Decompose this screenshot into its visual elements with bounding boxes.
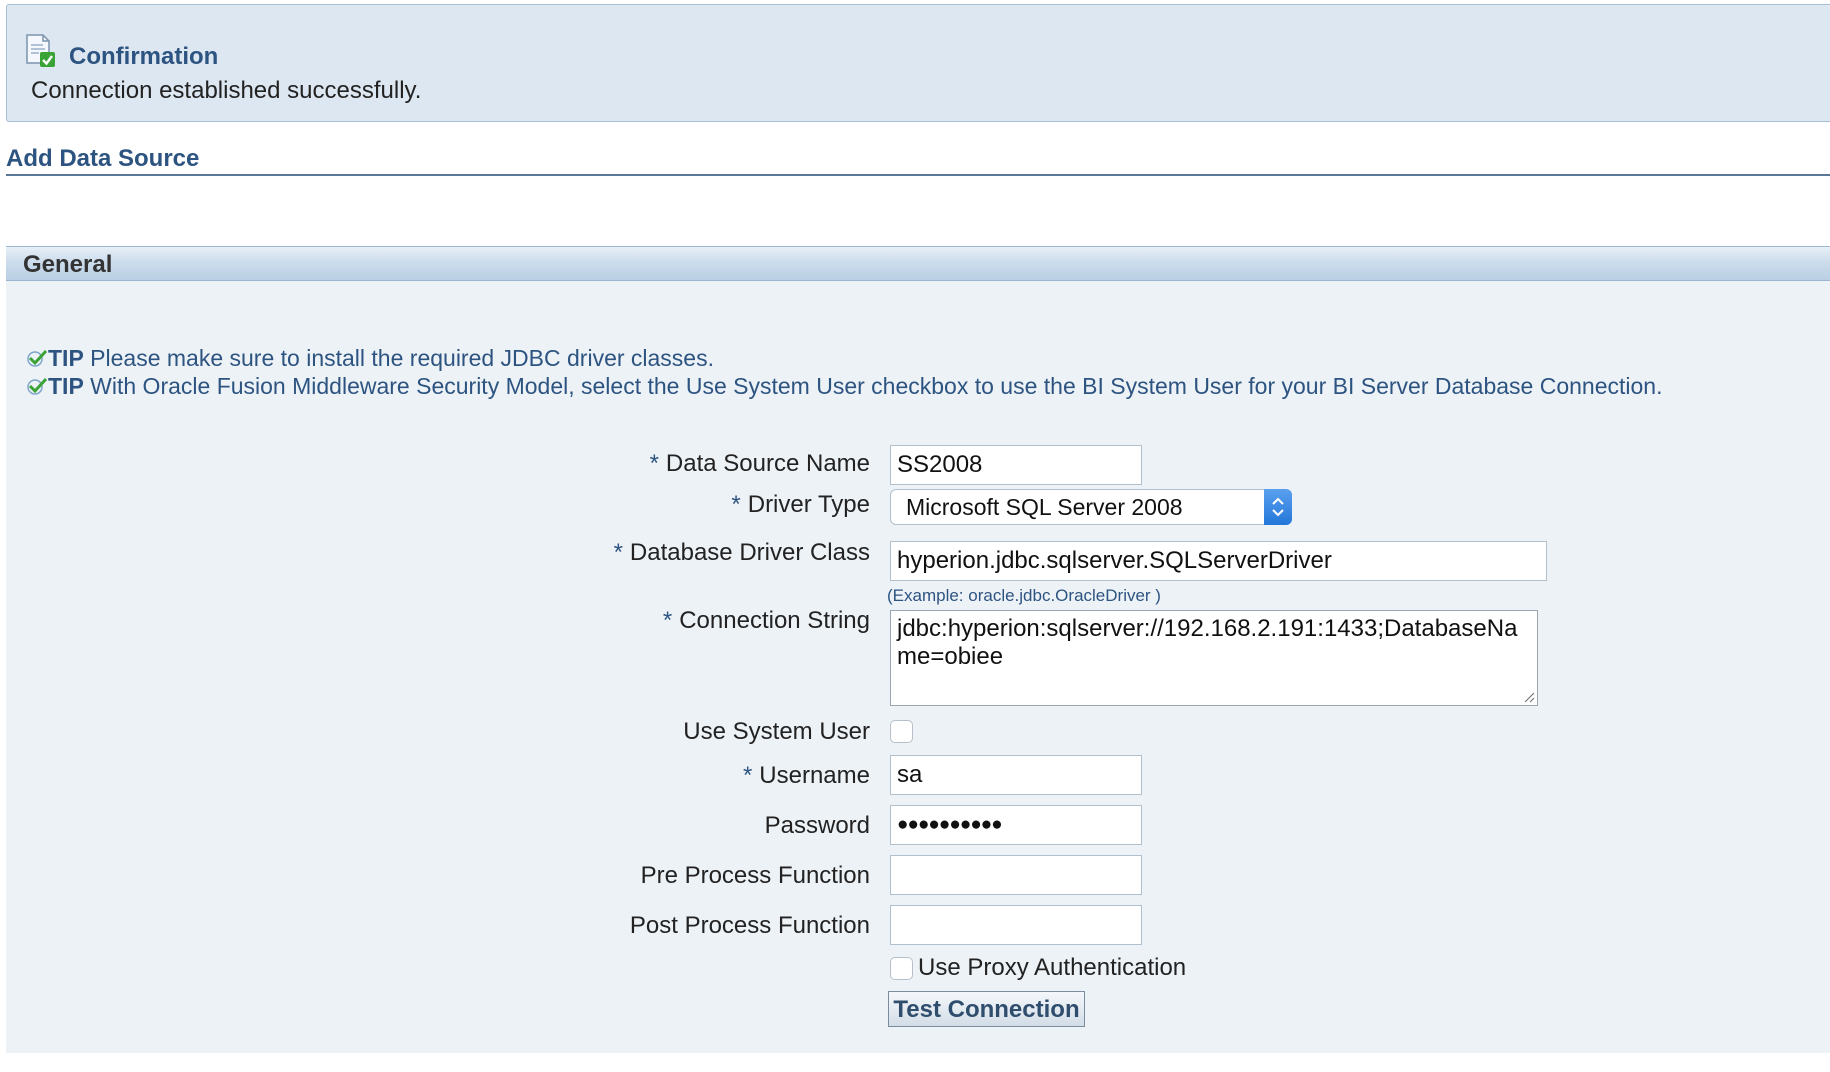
- required-marker: *: [662, 607, 673, 634]
- panel-title: General: [23, 251, 113, 278]
- tip-system-user: TIP With Oracle Fusion Middleware Securi…: [26, 373, 1662, 400]
- page-title: Add Data Source: [6, 145, 200, 172]
- connection-string-value: jdbc:hyperion:sqlserver://192.168.2.191:…: [897, 615, 1518, 670]
- use-system-user-label: Use System User: [683, 718, 870, 745]
- username-input[interactable]: sa: [890, 755, 1142, 795]
- use-system-user-checkbox[interactable]: [890, 720, 913, 743]
- tip-label: TIP: [48, 345, 84, 371]
- panel-header: General: [6, 247, 1830, 281]
- pre-process-function-input[interactable]: [890, 855, 1142, 895]
- required-marker: *: [731, 491, 741, 518]
- database-driver-class-label: * Database Driver Class: [613, 539, 870, 566]
- connection-string-textarea[interactable]: jdbc:hyperion:sqlserver://192.168.2.191:…: [890, 610, 1538, 706]
- tip-text: Please make sure to install the required…: [83, 345, 714, 371]
- driver-type-value: Microsoft SQL Server 2008: [906, 494, 1183, 520]
- confirmation-message: Connection established successfully.: [31, 77, 422, 104]
- driver-type-select[interactable]: Microsoft SQL Server 2008: [890, 489, 1292, 525]
- use-proxy-authentication-checkbox[interactable]: [890, 957, 913, 980]
- tip-label: TIP: [48, 373, 84, 399]
- tip-text: With Oracle Fusion Middleware Security M…: [83, 373, 1663, 399]
- database-driver-class-input[interactable]: hyperion.jdbc.sqlserver.SQLServerDriver: [890, 541, 1547, 581]
- confirmation-banner: Confirmation Connection established succ…: [6, 4, 1830, 122]
- test-connection-button[interactable]: Test Connection: [888, 991, 1085, 1027]
- document-check-icon: [26, 34, 55, 67]
- driver-class-example: (Example: oracle.jdbc.OracleDriver ): [887, 586, 1161, 605]
- general-panel: General TIP Please make sure to install …: [6, 246, 1830, 1053]
- post-process-function-input[interactable]: [890, 905, 1142, 945]
- password-label: Password: [764, 812, 870, 839]
- required-marker: *: [613, 539, 623, 566]
- confirmation-title: Confirmation: [69, 43, 219, 70]
- check-icon: [27, 377, 48, 395]
- required-marker: *: [742, 762, 753, 789]
- use-proxy-authentication-label[interactable]: Use Proxy Authentication: [918, 954, 1186, 982]
- title-divider: [6, 174, 1830, 176]
- username-label: * Username: [742, 762, 870, 789]
- tip-driver-classes: TIP Please make sure to install the requ…: [26, 345, 714, 372]
- post-process-function-label: Post Process Function: [629, 912, 870, 939]
- select-arrows-icon[interactable]: [1264, 489, 1292, 525]
- check-icon: [27, 349, 48, 367]
- driver-type-label: * Driver Type: [731, 491, 870, 518]
- connection-string-label: * Connection String: [662, 607, 870, 634]
- data-source-name-input[interactable]: SS2008: [890, 445, 1142, 485]
- data-source-name-label: * Data Source Name: [649, 450, 870, 477]
- required-marker: *: [649, 450, 659, 477]
- password-input[interactable]: ●●●●●●●●●●: [890, 805, 1142, 845]
- pre-process-function-label: Pre Process Function: [640, 862, 870, 889]
- resize-grip-icon[interactable]: [1523, 691, 1535, 703]
